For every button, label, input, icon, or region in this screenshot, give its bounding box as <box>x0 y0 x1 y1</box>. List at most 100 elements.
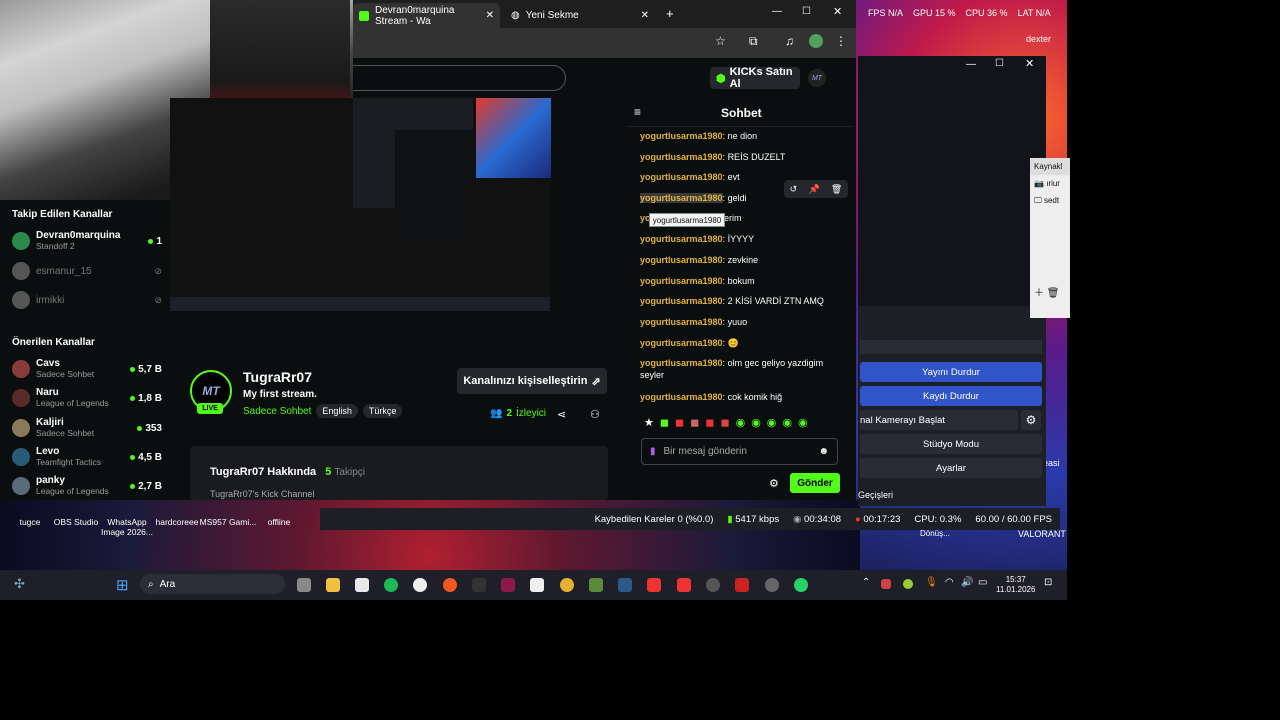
chat-username[interactable]: yogurtlusarma1980 <box>640 338 723 348</box>
user-avatar[interactable]: MT <box>808 69 826 87</box>
menu-icon[interactable]: ⋮ <box>835 34 847 48</box>
bookmark-star-icon[interactable]: ☆ <box>715 34 726 48</box>
suggested-channel[interactable]: Levo Teamfight Tactics 4,5 B <box>12 444 162 470</box>
chat-message-input[interactable]: ▮ Bir mesaj gönderin ☻ <box>641 438 838 465</box>
chat-message[interactable]: yogurtlusarma1980: bokum <box>640 275 840 287</box>
emote-icon[interactable]: ◉ <box>798 416 808 429</box>
tray-icon[interactable] <box>881 579 891 589</box>
chat-username[interactable]: yogurtlusarma1980 <box>640 317 723 327</box>
buy-kicks-button[interactable]: ⬢ KICKs Satın Al <box>710 66 800 90</box>
chat-username[interactable]: yogurtlusarma1980 <box>640 296 723 306</box>
followed-channel[interactable]: Devran0marquina Standoff 2 1 <box>12 228 162 254</box>
app-icon[interactable] <box>706 578 720 592</box>
new-tab-icon[interactable]: + <box>666 6 674 21</box>
file-explorer-icon[interactable] <box>326 578 340 592</box>
stop-recording-button[interactable]: Kaydı Durdur <box>860 386 1042 406</box>
source-item[interactable]: 🖵 sedt <box>1030 192 1070 210</box>
chat-message[interactable]: yogurtlusarma1980: ne dion <box>640 130 840 142</box>
close-tab-icon[interactable]: ✕ <box>486 10 494 21</box>
emote-icon[interactable]: ◼ <box>660 416 669 429</box>
notification-icon[interactable]: ⊡ <box>1044 577 1052 588</box>
settings-icon[interactable] <box>765 578 779 592</box>
browser-icon[interactable] <box>443 578 457 592</box>
chat-username[interactable]: yogurtlusarma1980 <box>640 255 723 265</box>
epic-games-icon[interactable] <box>472 578 486 592</box>
customize-channel-button[interactable]: Kanalınızı kişiselleştirin ⇗ <box>457 368 607 394</box>
widgets-icon[interactable]: ✣ <box>14 576 25 592</box>
mic-icon[interactable]: ▮ <box>650 446 656 457</box>
chat-username[interactable]: yogurtlusarma1980 <box>640 152 723 162</box>
pin-icon[interactable]: 📌 <box>808 184 819 195</box>
add-user-icon[interactable]: ⚇ <box>590 408 600 421</box>
chat-message[interactable]: yogurtlusarma1980: İYYYY <box>640 233 840 245</box>
chat-username[interactable]: yogurtlusarma1980 <box>640 193 723 203</box>
minecraft-icon[interactable] <box>589 578 603 592</box>
tab-stream[interactable]: Devran0marquina Stream - Wa ✕ <box>353 3 500 28</box>
desktop-icon[interactable]: offline <box>249 505 309 527</box>
tag[interactable]: English <box>316 404 358 418</box>
wifi-icon[interactable]: ◠ <box>945 577 954 588</box>
collapse-chat-icon[interactable]: ≡ <box>634 105 641 119</box>
obs-icon[interactable] <box>413 578 427 592</box>
steam-icon[interactable] <box>618 578 632 592</box>
virtual-camera-settings-icon[interactable]: ⚙ <box>1021 410 1041 430</box>
obs-maximize-icon[interactable]: ☐ <box>995 58 1004 69</box>
battery-icon[interactable]: ▭ <box>978 577 987 588</box>
minimize-icon[interactable]: — <box>772 6 782 17</box>
chat-username[interactable]: yogurtlusarma1980 <box>640 234 723 244</box>
taskbar-search[interactable]: ⌕ Ara <box>140 574 285 594</box>
start-icon[interactable]: ⊞ <box>116 576 129 594</box>
valorant-icon[interactable] <box>677 578 691 592</box>
reply-icon[interactable]: ↺ <box>790 184 798 195</box>
mic-tray-icon[interactable]: 🎙 <box>925 577 938 588</box>
emote-icon[interactable]: ◼ <box>705 416 714 429</box>
chat-message[interactable]: yogurtlusarma1980: 2 KİSİ VARDİ ZTN AMQ <box>640 295 840 307</box>
chat-message[interactable]: yogurtlusarma1980: 😊 <box>640 337 840 349</box>
share-icon[interactable]: ⋖ <box>557 408 566 421</box>
category-link[interactable]: Sadece Sohbet <box>243 406 311 417</box>
emote-icon[interactable]: ◉ <box>782 416 792 429</box>
app-icon[interactable] <box>735 578 749 592</box>
suggested-channel[interactable]: Kaljiri Sadece Sohbet 353 <box>12 415 162 441</box>
task-view-icon[interactable] <box>297 578 311 592</box>
tag[interactable]: Türkçe <box>362 404 403 418</box>
studio-mode-button[interactable]: Stüdyo Modu <box>860 434 1042 454</box>
chat-username[interactable]: yogurtlusarma1980 <box>640 392 723 402</box>
stop-stream-button[interactable]: Yayını Durdur <box>860 362 1042 382</box>
emote-icon[interactable]: ◉ <box>767 416 777 429</box>
delete-icon[interactable]: 🗑 <box>831 184 842 195</box>
search-input[interactable] <box>340 65 566 91</box>
chat-username[interactable]: yogurtlusarma1980 <box>640 131 723 141</box>
settings-button[interactable]: Ayarlar <box>860 458 1042 478</box>
tray-icon[interactable] <box>903 579 913 589</box>
suggested-channel[interactable]: panky League of Legends 2,7 B <box>12 473 162 499</box>
chat-username[interactable]: yogurtlusarma1980 <box>640 358 723 368</box>
chat-username[interactable]: yogurtlusarma1980 <box>640 276 723 286</box>
chat-message[interactable]: yogurtlusarma1980: cok komik hiğ <box>640 391 840 403</box>
emote-icon[interactable]: ◼ <box>720 416 729 429</box>
address-bar[interactable]: ☆ ⧉ ♫ ⋮ <box>353 28 856 58</box>
close-window-icon[interactable]: ✕ <box>833 5 842 18</box>
tab-new[interactable]: ◍ Yeni Sekme ✕ <box>505 3 655 28</box>
chat-message[interactable]: yogurtlusarma1980: olm gec geliyo yazdig… <box>640 357 835 381</box>
source-item[interactable]: 📷 ıriur <box>1030 175 1070 192</box>
emote-icon[interactable]: ◼ <box>675 416 684 429</box>
extensions-icon[interactable]: ⧉ <box>749 34 758 49</box>
profile-avatar[interactable] <box>809 34 823 48</box>
store-icon[interactable] <box>355 578 369 592</box>
virtual-camera-button[interactable]: nal Kamerayı Başlat <box>860 410 1018 430</box>
followed-channel[interactable]: irmikki ⊘ <box>12 287 162 313</box>
tray-chevron-icon[interactable]: ⌃ <box>862 577 870 588</box>
chrome-icon[interactable] <box>560 578 574 592</box>
media-icon[interactable]: ♫ <box>785 34 794 48</box>
obs-close-icon[interactable]: ✕ <box>1025 57 1034 70</box>
volume-icon[interactable]: 🔊 <box>961 577 973 588</box>
chat-message[interactable]: yogurtlusarma1980: REİS DUZELT <box>640 151 840 163</box>
chat-settings-icon[interactable]: ⚙ <box>769 477 779 490</box>
followed-channel[interactable]: esmanur_15 ⊘ <box>12 258 162 284</box>
chat-message[interactable]: yogurtlusarma1980: zevkine <box>640 254 840 266</box>
spotify-icon[interactable] <box>384 578 398 592</box>
document-icon[interactable] <box>530 578 544 592</box>
emote-icon[interactable]: ◉ <box>736 416 746 429</box>
whatsapp-icon[interactable] <box>794 578 808 592</box>
